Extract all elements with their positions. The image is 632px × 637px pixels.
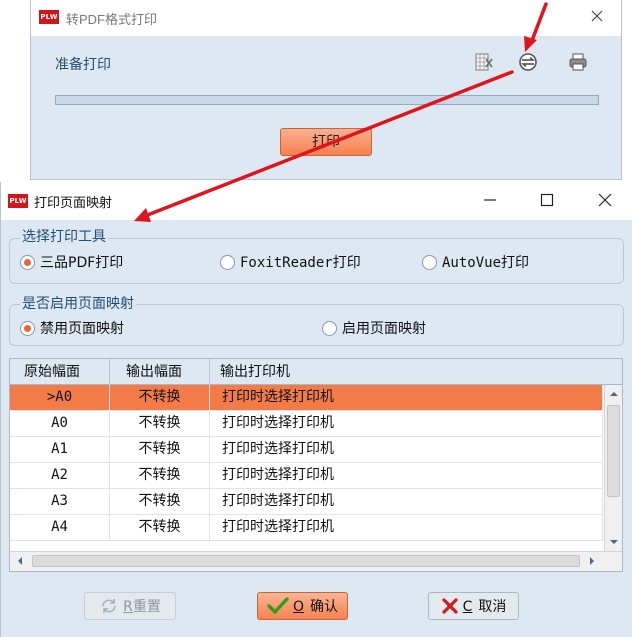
confirm-label: 确认 — [310, 599, 339, 615]
radio-button-checked[interactable] — [20, 254, 35, 270]
vertical-scroll-thumb[interactable] — [607, 405, 620, 497]
cell-output-size[interactable]: 不转换 — [110, 385, 210, 410]
table-row[interactable]: A3 不转换 打印时选择打印机 — [10, 489, 603, 515]
close-icon[interactable] — [589, 8, 605, 24]
cancel-hotkey: C — [462, 599, 473, 615]
reset-label: 重置 — [132, 599, 161, 615]
cell-output-size[interactable]: 不转换 — [110, 411, 210, 436]
cell-output-size[interactable]: 不转换 — [110, 515, 210, 540]
scroll-left-icon[interactable] — [12, 553, 28, 569]
window-title: 转PDF格式打印 — [66, 12, 158, 27]
minimize-icon[interactable] — [482, 192, 498, 208]
table-row[interactable]: >A0 不转换 打印时选择打印机 — [10, 385, 603, 411]
cell-output-printer[interactable]: 打印时选择打印机 — [210, 463, 603, 488]
scroll-up-icon[interactable] — [606, 386, 622, 402]
app-logo: PLW — [8, 194, 28, 208]
cell-source-size[interactable]: A0 — [10, 411, 110, 436]
excel-export-icon[interactable] — [473, 51, 495, 73]
maximize-icon[interactable] — [539, 192, 555, 208]
column-header[interactable]: 原始幅面 — [10, 359, 110, 385]
scroll-right-icon[interactable] — [584, 553, 600, 569]
close-icon[interactable] — [597, 192, 613, 208]
print-button[interactable]: 打印 — [280, 128, 372, 156]
vertical-scrollbar[interactable] — [604, 385, 622, 551]
table-row[interactable]: A0 不转换 打印时选择打印机 — [10, 411, 603, 437]
cancel-x-icon — [442, 598, 458, 614]
radio-sanpin-pdf[interactable]: 三品PDF打印 — [20, 253, 123, 271]
confirm-button[interactable]: O 确认 — [257, 592, 348, 620]
page-mapping-table[interactable]: 原始幅面 输出幅面 输出打印机 >A0 不转换 打印时选择打印机 A0 不转换 … — [9, 358, 623, 572]
horizontal-scroll-thumb[interactable] — [32, 555, 580, 567]
column-header[interactable]: 输出幅面 — [110, 359, 210, 385]
print-tool-legend: 选择打印工具 — [20, 229, 108, 245]
radio-label: FoxitReader打印 — [240, 255, 361, 271]
checkmark-icon — [267, 597, 289, 614]
cell-source-size[interactable]: A4 — [10, 515, 110, 540]
table-row[interactable]: A2 不转换 打印时选择打印机 — [10, 463, 603, 489]
cell-output-printer[interactable]: 打印时选择打印机 — [210, 411, 603, 436]
cell-source-size[interactable]: A2 — [10, 463, 110, 488]
radio-enable-mapping[interactable]: 启用页面映射 — [322, 319, 426, 337]
cancel-label: 取消 — [478, 599, 507, 615]
print-to-pdf-window: PLW 转PDF格式打印 准备打印 打印 — [30, 0, 622, 180]
cell-output-printer[interactable]: 打印时选择打印机 — [210, 515, 603, 540]
cell-source-size[interactable]: A3 — [10, 489, 110, 514]
radio-button[interactable] — [322, 320, 337, 336]
radio-label: 禁用页面映射 — [40, 321, 124, 337]
printer-icon[interactable] — [567, 51, 589, 73]
radio-label: 启用页面映射 — [342, 321, 426, 337]
scroll-down-icon[interactable] — [606, 534, 622, 550]
table-row[interactable]: A1 不转换 打印时选择打印机 — [10, 437, 603, 463]
cell-source-size[interactable]: >A0 — [10, 385, 110, 410]
print-progress-bar — [55, 95, 599, 105]
dialog-title: 打印页面映射 — [34, 196, 113, 211]
page-mapping-dialog: PLW 打印页面映射 选择打印工具 三品PDF打印 FoxitReader打印 … — [0, 182, 632, 637]
column-header[interactable]: 输出打印机 — [210, 359, 622, 385]
radio-foxit-reader[interactable]: FoxitReader打印 — [220, 253, 361, 271]
radio-label: AutoVue打印 — [442, 255, 530, 271]
horizontal-scrollbar[interactable] — [10, 551, 622, 571]
cell-output-printer[interactable]: 打印时选择打印机 — [210, 489, 603, 514]
radio-label: 三品PDF打印 — [40, 255, 124, 271]
page-mapping-icon[interactable] — [517, 51, 539, 73]
cell-output-size[interactable]: 不转换 — [110, 463, 210, 488]
cell-output-printer[interactable]: 打印时选择打印机 — [210, 385, 603, 410]
radio-disable-mapping[interactable]: 禁用页面映射 — [20, 319, 124, 337]
window-titlebar: PLW 转PDF格式打印 — [31, 0, 621, 36]
cell-output-size[interactable]: 不转换 — [110, 437, 210, 462]
radio-autovue[interactable]: AutoVue打印 — [422, 253, 529, 271]
cell-output-size[interactable]: 不转换 — [110, 489, 210, 514]
table-row[interactable]: A4 不转换 打印时选择打印机 — [10, 515, 603, 541]
page-mapping-legend: 是否启用页面映射 — [20, 296, 136, 312]
cell-source-size[interactable]: A1 — [10, 437, 110, 462]
reset-hotkey: R — [123, 599, 133, 615]
cancel-button[interactable]: C 取消 — [428, 592, 519, 620]
radio-button[interactable] — [220, 254, 235, 270]
reset-button[interactable]: R重置 — [84, 592, 176, 620]
radio-button-checked[interactable] — [20, 320, 35, 336]
table-header: 原始幅面 输出幅面 输出打印机 — [10, 359, 622, 385]
confirm-hotkey: O — [292, 599, 305, 615]
app-logo: PLW — [39, 10, 59, 24]
refresh-icon — [102, 599, 116, 613]
cell-output-printer[interactable]: 打印时选择打印机 — [210, 437, 603, 462]
dialog-titlebar: PLW 打印页面映射 — [1, 182, 632, 220]
radio-button[interactable] — [422, 254, 437, 270]
status-text: 准备打印 — [55, 57, 111, 73]
